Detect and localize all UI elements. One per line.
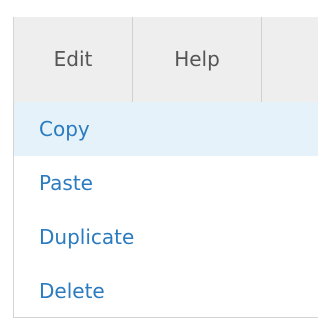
menu-item-paste[interactable]: Paste <box>14 156 318 210</box>
edit-dropdown-menu: Copy Paste Duplicate Delete <box>13 102 318 318</box>
menu-item-duplicate[interactable]: Duplicate <box>14 210 318 264</box>
menu-edit[interactable]: Edit <box>14 17 133 102</box>
menu-item-delete[interactable]: Delete <box>14 264 318 318</box>
menu-help[interactable]: Help <box>133 17 262 102</box>
menu-item-copy[interactable]: Copy <box>14 102 318 156</box>
menu-bar: Edit Help <box>13 17 318 102</box>
